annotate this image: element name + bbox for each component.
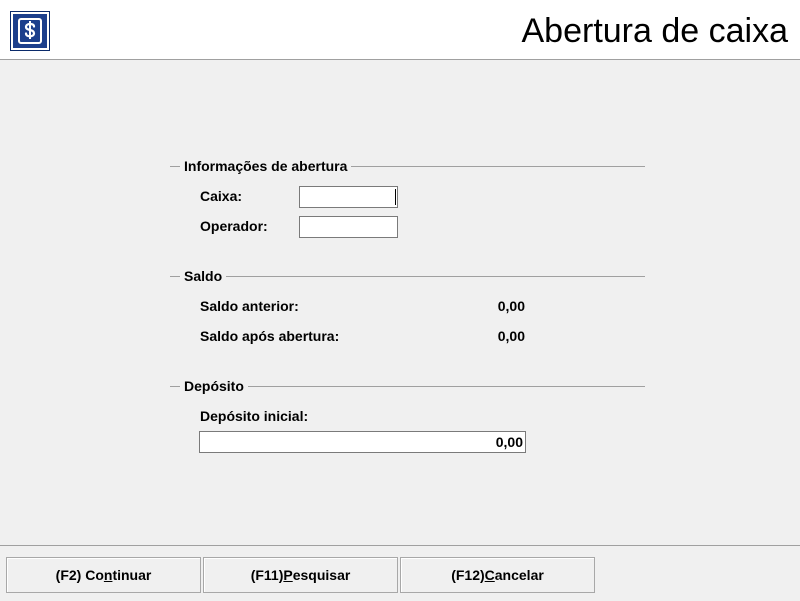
button-label-prefix: (F2) Co [55, 567, 104, 583]
deposito-inicial-input[interactable]: 0,00 [199, 431, 526, 453]
window-title: Abertura de caixa [521, 12, 789, 50]
button-bar: (F2) Co n tinuar (F11) Pesquisar (F12) Can… [0, 545, 800, 601]
section-title-saldo: Saldo [180, 267, 227, 285]
section-divider [170, 276, 645, 277]
section-saldo: Saldo [170, 267, 645, 287]
title-bar: Abertura de caixa [0, 0, 800, 60]
section-deposito: Depósito [170, 377, 645, 397]
caixa-input[interactable] [299, 186, 398, 208]
section-info: Informações de abertura [170, 157, 645, 177]
deposito-inicial-label: Depósito inicial: [200, 408, 309, 424]
section-title-deposito: Depósito [180, 377, 248, 395]
button-label-suffix: esquisar [292, 567, 351, 583]
pesquisar-button[interactable]: (F11) Pesquisar [203, 557, 398, 593]
caixa-label: Caixa: [200, 188, 243, 204]
button-label-suffix: tinuar [112, 567, 152, 583]
button-mnemonic: P [283, 567, 293, 583]
continuar-button[interactable]: (F2) Co n tinuar [6, 557, 201, 593]
text-caret [395, 189, 396, 205]
button-mnemonic: C [484, 567, 495, 583]
app-icon [10, 11, 50, 51]
button-mnemonic: n [103, 567, 113, 583]
button-label-prefix: (F11) [250, 567, 284, 583]
section-title-info: Informações de abertura [180, 157, 352, 175]
dollar-sign-icon [13, 14, 47, 48]
saldo-apos-value: 0,00 [497, 328, 525, 344]
button-label-prefix: (F12) [451, 567, 485, 583]
cancelar-button[interactable]: (F12) Cancelar [400, 557, 595, 593]
saldo-apos-label: Saldo após abertura: [200, 328, 340, 344]
button-label-suffix: ancelar [494, 567, 544, 583]
operador-input[interactable] [299, 216, 398, 238]
operador-label: Operador: [200, 218, 268, 234]
deposito-inicial-value: 0,00 [495, 434, 523, 450]
saldo-anterior-value: 0,00 [497, 298, 525, 314]
saldo-anterior-label: Saldo anterior: [200, 298, 299, 314]
